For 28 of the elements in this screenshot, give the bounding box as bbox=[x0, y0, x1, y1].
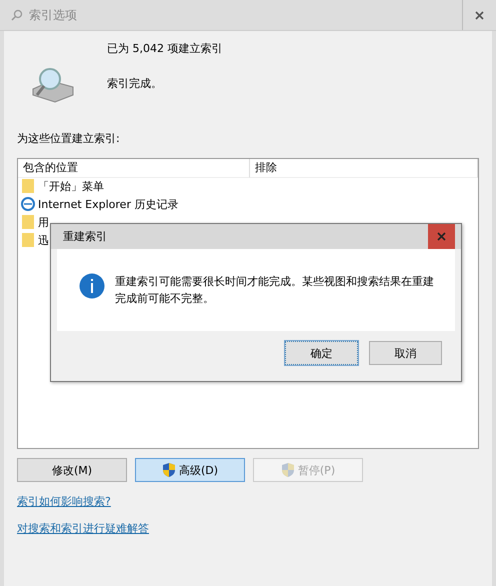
index-status: 索引完成。 bbox=[107, 76, 163, 91]
help-link[interactable]: 对搜索和索引进行疑难解答 bbox=[17, 521, 149, 536]
location-item[interactable]: 用 bbox=[38, 214, 49, 230]
browser-icon bbox=[21, 197, 35, 211]
location-item[interactable]: 「开始」菜单 bbox=[38, 178, 104, 194]
window-title: 索引选项 bbox=[29, 6, 77, 24]
help-link[interactable]: 索引如何影响搜索? bbox=[17, 494, 111, 509]
drive-magnifier-icon bbox=[31, 67, 75, 103]
column-header[interactable]: 包含的位置 bbox=[18, 159, 250, 178]
dialog-message: 重建索引可能需要很长时间才能完成。某些视图和搜索结果在重建完成前可能不完整。 bbox=[115, 274, 435, 307]
magnifier-icon bbox=[10, 9, 24, 21]
close-button[interactable] bbox=[428, 224, 455, 249]
close-icon bbox=[475, 10, 484, 20]
dialog-title: 重建索引 bbox=[63, 229, 107, 244]
location-item[interactable]: Internet Explorer 历史记录 bbox=[38, 196, 178, 212]
close-icon bbox=[437, 232, 446, 241]
dialog-button[interactable]: 取消 bbox=[369, 341, 442, 365]
folder-icon bbox=[21, 214, 35, 230]
info-icon bbox=[79, 273, 105, 299]
dialog-button[interactable]: 确定 bbox=[285, 341, 358, 365]
indexed-count: 已为 5,042 项建立索引 bbox=[107, 41, 222, 56]
folder-icon bbox=[21, 178, 35, 194]
action-button[interactable]: 修改(M) bbox=[17, 458, 127, 482]
folder-icon bbox=[21, 232, 35, 248]
column-header[interactable]: 排除 bbox=[250, 159, 478, 178]
locations-label: 为这些位置建立索引: bbox=[17, 131, 121, 146]
action-button[interactable]: 高级(D) bbox=[135, 458, 245, 482]
location-item[interactable]: 迅 bbox=[38, 232, 49, 248]
